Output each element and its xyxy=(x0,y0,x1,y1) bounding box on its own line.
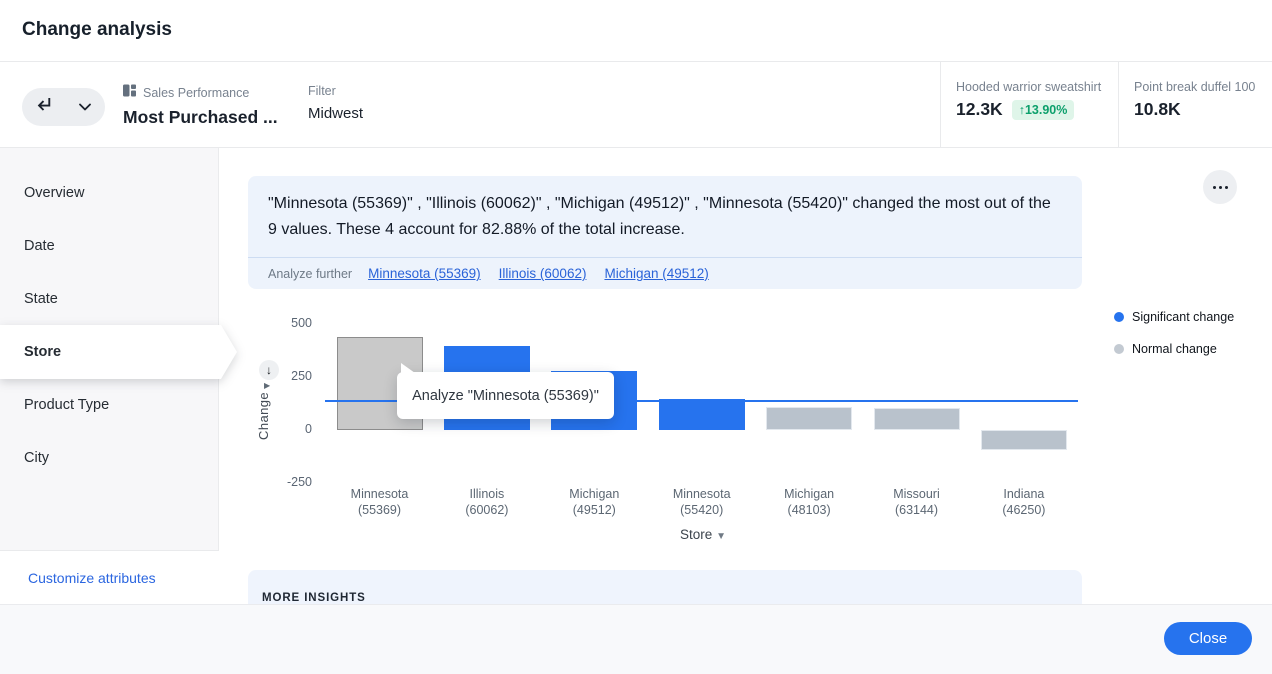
customize-attributes-link[interactable]: Customize attributes xyxy=(28,570,156,586)
legend-dot-icon xyxy=(1114,312,1124,322)
toolbar: Sales Performance Most Purchased ... Fil… xyxy=(0,62,1272,148)
legend-item-normal-change[interactable]: Normal change xyxy=(1114,338,1234,360)
more-options-button[interactable] xyxy=(1203,170,1237,204)
sidebar-item-label: Overview xyxy=(24,185,84,201)
sidebar-item-label: State xyxy=(24,291,58,307)
legend-label: Normal change xyxy=(1132,342,1217,356)
insight-text: "Minnesota (55369)" , "Illinois (60062)"… xyxy=(248,176,1082,257)
sidebar-item-label: Date xyxy=(24,238,55,254)
sidebar-item-state[interactable]: State xyxy=(0,272,219,325)
chevron-down-icon[interactable] xyxy=(79,98,91,116)
x-axis-label: Michigan(48103) xyxy=(754,487,864,518)
toolbar-divider xyxy=(940,62,941,148)
bar-minnesota-55420[interactable] xyxy=(659,399,745,430)
footer: Close xyxy=(0,604,1272,674)
legend-label: Significant change xyxy=(1132,310,1234,324)
close-button[interactable]: Close xyxy=(1164,622,1252,655)
x-axis-label: Illinois(60062) xyxy=(432,487,542,518)
sidebar: Overview Date State Store Product Type City xyxy=(0,148,219,604)
x-axis-label: Michigan(49512) xyxy=(539,487,649,518)
source-name: Most Purchased ... xyxy=(123,107,278,128)
kpi-delta-badge: ↑13.90% xyxy=(1012,100,1075,120)
plot: Store ▼ Minnesota(55369)Illinois(60062)M… xyxy=(325,315,1078,545)
x-axis-label: Missouri(63144) xyxy=(862,487,972,518)
legend-item-significant-change[interactable]: Significant change xyxy=(1114,306,1234,328)
y-tick-label: 500 xyxy=(266,316,312,330)
chart-legend: Significant change Normal change xyxy=(1114,306,1234,370)
sidebar-item-label: Store xyxy=(24,344,61,360)
page-title: Change analysis xyxy=(22,19,172,41)
sidebar-item-city[interactable]: City xyxy=(0,431,219,484)
analyze-link[interactable]: Minnesota (55369) xyxy=(368,266,481,281)
analyze-further-row: Analyze further Minnesota (55369) Illinoi… xyxy=(248,257,1082,289)
source-block: Sales Performance Most Purchased ... xyxy=(123,84,278,128)
kpi-label: Hooded warrior sweatshirt xyxy=(956,80,1101,94)
bar-missouri-63144[interactable] xyxy=(874,408,960,430)
legend-dot-icon xyxy=(1114,344,1124,354)
y-tick-label: 0 xyxy=(266,422,312,436)
x-axis-dimension-dropdown[interactable]: Store ▼ xyxy=(668,527,738,542)
sidebar-footer: Customize attributes xyxy=(0,550,219,604)
bar-indiana-46250[interactable] xyxy=(981,430,1067,450)
x-axis-label: Minnesota(55369) xyxy=(325,487,435,518)
back-pill[interactable] xyxy=(22,88,105,126)
sidebar-item-store[interactable]: Store xyxy=(0,325,237,379)
sidebar-item-label: City xyxy=(24,450,49,466)
sidebar-item-label: Product Type xyxy=(24,397,109,413)
kpi-label: Point break duffel 100 xyxy=(1134,80,1255,94)
kpi-point-break-duffel: Point break duffel 100 10.8K xyxy=(1134,80,1255,120)
sidebar-item-date[interactable]: Date xyxy=(0,219,219,272)
analyze-further-label: Analyze further xyxy=(268,267,352,281)
y-tick-label: 250 xyxy=(266,369,312,383)
worksheet-icon xyxy=(123,84,136,102)
more-insights-heading: MORE INSIGHTS xyxy=(262,592,1082,604)
analyze-links: Minnesota (55369) Illinois (60062) Michiga… xyxy=(368,266,709,281)
header: Change analysis xyxy=(0,0,1272,62)
kpi-hooded-warrior-sweatshirt: Hooded warrior sweatshirt 12.3K ↑13.90% xyxy=(956,80,1101,120)
analyze-link[interactable]: Illinois (60062) xyxy=(499,266,587,281)
analyze-context-menu-item[interactable]: Analyze "Minnesota (55369)" xyxy=(397,372,614,419)
toolbar-divider xyxy=(1118,62,1119,148)
dropdown-caret-icon: ▼ xyxy=(716,531,726,542)
filter-value: Midwest xyxy=(308,105,363,122)
filter-block: Filter Midwest xyxy=(308,84,363,122)
insight-card: "Minnesota (55369)" , "Illinois (60062)"… xyxy=(248,176,1082,289)
x-axis-label: Minnesota(55420) xyxy=(647,487,757,518)
x-axis-label: Indiana(46250) xyxy=(969,487,1079,518)
filter-label: Filter xyxy=(308,84,363,98)
kpi-value: 12.3K xyxy=(956,99,1003,120)
analyze-link[interactable]: Michigan (49512) xyxy=(604,266,708,281)
kpi-value: 10.8K xyxy=(1134,99,1181,120)
sidebar-item-overview[interactable]: Overview xyxy=(0,166,219,219)
bar-michigan-48103[interactable] xyxy=(766,407,852,430)
y-tick-label: -250 xyxy=(266,475,312,489)
back-arrow-icon[interactable] xyxy=(36,97,53,118)
source-label: Sales Performance xyxy=(143,86,249,100)
sidebar-item-product-type[interactable]: Product Type xyxy=(0,378,219,431)
change-analysis-window: Change analysis Sales Performance Most P… xyxy=(0,0,1272,674)
